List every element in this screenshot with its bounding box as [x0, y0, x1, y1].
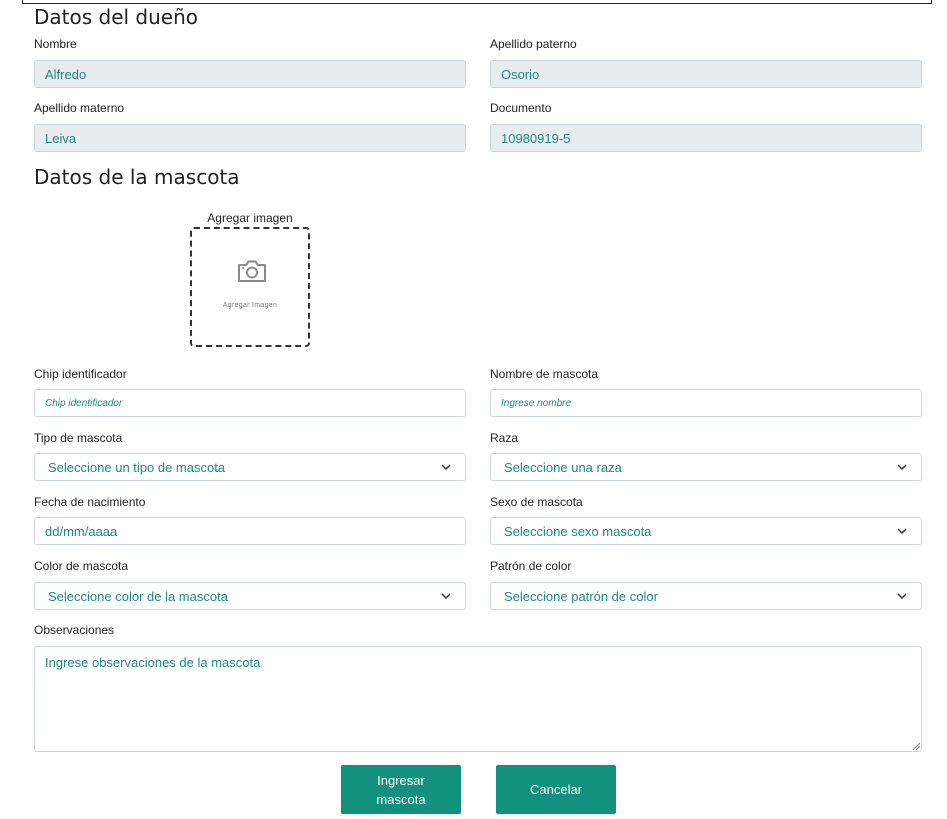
sexo-select-value: Seleccione sexo mascota [504, 523, 652, 539]
patron-select[interactable]: Seleccione patrón de color [490, 582, 922, 610]
top-frame [22, 0, 932, 4]
image-upload-text: Agregar Imagen [222, 302, 278, 309]
raza-select[interactable]: Seleccione una raza [490, 453, 922, 481]
apellido-materno-field[interactable]: Leiva [34, 124, 466, 152]
cancel-button[interactable]: Cancelar [496, 765, 616, 814]
chevron-down-icon [441, 464, 451, 471]
image-upload-label: Agregar imagen [207, 211, 293, 225]
patron-select-value: Seleccione patrón de color [504, 588, 658, 604]
color-select[interactable]: Seleccione color de la mascota [34, 582, 466, 610]
color-label: Color de mascota [34, 559, 129, 573]
observaciones-textarea[interactable]: Ingrese observaciones de la mascota [34, 646, 922, 752]
resize-grip-icon[interactable] [912, 742, 920, 750]
pet-name-label: Nombre de mascota [490, 367, 599, 381]
nombre-label: Nombre [34, 37, 77, 51]
documento-field[interactable]: 10980919-5 [490, 124, 922, 152]
chevron-down-icon [897, 528, 907, 535]
observaciones-placeholder: Ingrese observaciones de la mascota [45, 655, 261, 670]
chip-input[interactable]: Chip identificador [34, 389, 466, 417]
documento-label: Documento [490, 101, 552, 115]
tipo-select-value: Seleccione un tipo de mascota [48, 459, 226, 475]
pet-name-input[interactable]: Ingrese nombre [490, 389, 922, 417]
image-upload-box[interactable]: Agregar Imagen [190, 227, 310, 347]
patron-label: Patrón de color [490, 559, 572, 573]
observaciones-label: Observaciones [34, 623, 115, 637]
tipo-label: Tipo de mascota [34, 431, 123, 445]
raza-select-value: Seleccione una raza [504, 459, 622, 475]
sexo-select[interactable]: Seleccione sexo mascota [490, 517, 922, 545]
fecha-label: Fecha de nacimiento [34, 495, 146, 509]
tipo-select[interactable]: Seleccione un tipo de mascota [34, 453, 466, 481]
camera-icon [238, 260, 266, 282]
chevron-down-icon [897, 593, 907, 600]
chip-label: Chip identificador [34, 367, 127, 381]
ingresar-mascota-button[interactable]: Ingresar mascota [341, 765, 461, 814]
fecha-input[interactable]: dd/mm/aaaa [34, 517, 466, 545]
pet-section-title: Datos de la mascota [34, 165, 240, 189]
apellido-paterno-label: Apellido paterno [490, 37, 577, 51]
apellido-materno-label: Apellido materno [34, 101, 125, 115]
color-select-value: Seleccione color de la mascota [48, 588, 228, 604]
nombre-field[interactable]: Alfredo [34, 60, 466, 88]
owner-section-title: Datos del dueño [34, 5, 199, 29]
raza-label: Raza [490, 431, 519, 445]
apellido-paterno-field[interactable]: Osorio [490, 60, 922, 88]
sexo-label: Sexo de mascota [490, 495, 583, 509]
chevron-down-icon [897, 464, 907, 471]
chevron-down-icon [441, 593, 451, 600]
